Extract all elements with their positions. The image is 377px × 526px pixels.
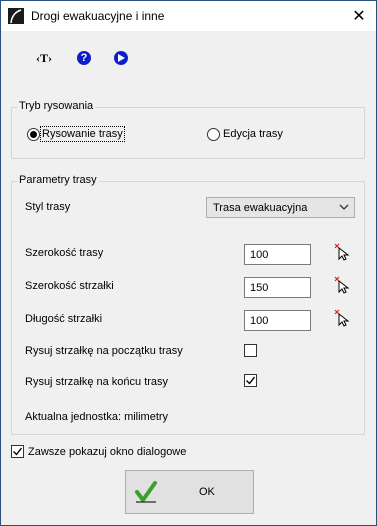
route-style-select[interactable]: Trasa ewakuacyjna bbox=[206, 197, 355, 218]
arrow-start-checkbox[interactable] bbox=[244, 344, 257, 357]
text-tool-icon: ‹T› bbox=[36, 50, 52, 65]
ok-button-label: OK bbox=[199, 486, 215, 498]
play-icon bbox=[114, 51, 128, 65]
drawing-mode-legend: Tryb rysowania bbox=[17, 100, 96, 112]
title-bar: Drogi ewakuacyjne i inne ✕ bbox=[1, 1, 376, 31]
window-title: Drogi ewakuacyjne i inne bbox=[31, 9, 165, 23]
arrow-end-label: Rysuj strzałkę na końcu trasy bbox=[25, 376, 169, 388]
pick-from-drawing-icon[interactable] bbox=[334, 276, 350, 294]
arrow-length-label: Długość strzałki bbox=[25, 313, 103, 325]
pick-from-drawing-icon[interactable] bbox=[334, 309, 350, 327]
next-button[interactable] bbox=[111, 48, 131, 68]
app-icon bbox=[8, 8, 24, 24]
radio-edit-route-label[interactable]: Edycja trasy bbox=[223, 128, 283, 140]
arrow-width-input[interactable] bbox=[244, 277, 311, 298]
arrow-length-input[interactable] bbox=[244, 310, 311, 331]
chevron-down-icon bbox=[339, 204, 349, 210]
checkmark-icon bbox=[246, 376, 256, 385]
unit-info-text: Aktualna jednostka: milimetry bbox=[25, 411, 169, 423]
route-params-group bbox=[11, 181, 365, 435]
route-style-label: Styl trasy bbox=[25, 201, 71, 213]
route-params-legend: Parametry trasy bbox=[17, 174, 99, 186]
ok-button[interactable]: OK bbox=[125, 470, 254, 514]
arrow-end-checkbox[interactable] bbox=[244, 374, 257, 387]
route-style-value: Trasa ewakuacyjna bbox=[213, 201, 308, 214]
text-tool-button[interactable]: ‹T› bbox=[34, 48, 54, 68]
arrow-width-label: Szerokość strzałki bbox=[25, 280, 114, 292]
close-icon: ✕ bbox=[352, 8, 366, 25]
help-button[interactable]: ? bbox=[74, 48, 94, 68]
always-show-checkbox[interactable] bbox=[11, 445, 24, 458]
radio-draw-route[interactable] bbox=[27, 128, 40, 141]
route-width-label: Szerokość trasy bbox=[25, 247, 104, 259]
dialog-window: Drogi ewakuacyjne i inne ✕ ‹T› ? Tryb ry… bbox=[0, 0, 377, 526]
checkmark-icon bbox=[13, 447, 23, 456]
radio-draw-route-label[interactable]: Rysowanie trasy bbox=[40, 126, 125, 142]
help-icon: ? bbox=[77, 51, 91, 65]
arrow-start-label: Rysuj strzałkę na początku trasy bbox=[25, 345, 183, 357]
close-button[interactable]: ✕ bbox=[342, 1, 376, 31]
green-check-icon bbox=[135, 481, 157, 503]
always-show-label[interactable]: Zawsze pokazuj okno dialogowe bbox=[28, 446, 186, 458]
route-width-input[interactable] bbox=[244, 244, 311, 265]
radio-edit-route[interactable] bbox=[207, 128, 220, 141]
pick-from-drawing-icon[interactable] bbox=[334, 243, 350, 261]
